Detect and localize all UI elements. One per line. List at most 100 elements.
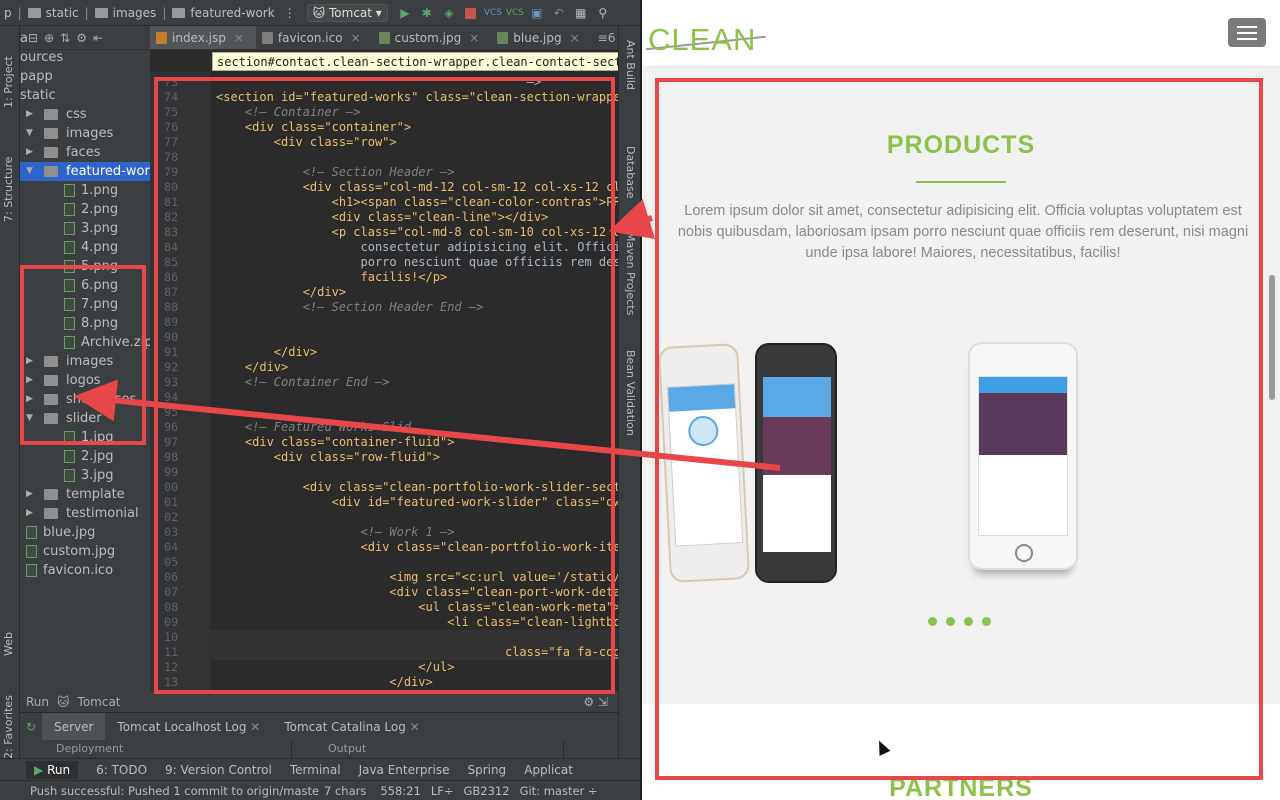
close-icon[interactable]: × <box>469 31 479 45</box>
status-message[interactable]: Push successful: Pushed 1 commit to orig… <box>30 784 320 798</box>
chevron-right-icon[interactable]: ▶ <box>26 371 33 390</box>
toolbar-icon[interactable]: ⋮ <box>281 4 299 22</box>
tree-item[interactable]: a <box>20 29 150 48</box>
tree-folder[interactable]: ▶ logos <box>20 371 150 390</box>
tool-tab-favorites[interactable]: 2: Favorites <box>2 695 15 759</box>
revert-icon[interactable]: ↶ <box>550 4 568 22</box>
slider-dot[interactable] <box>982 617 991 626</box>
tree-folder[interactable]: ▶ images <box>20 352 150 371</box>
search-icon[interactable]: ⚲ <box>594 4 612 22</box>
tool-tab-ant-build[interactable]: Ant Build <box>624 40 637 90</box>
close-icon[interactable]: × <box>570 31 580 45</box>
tree-item[interactable]: 1.jpg <box>20 428 150 447</box>
editor-tab[interactable]: index.jsp × <box>150 26 256 49</box>
tool-tab-project[interactable]: 1: Project <box>2 56 15 108</box>
tool-tab-web[interactable]: Web <box>2 632 15 656</box>
editor-tab[interactable]: favicon.ico × <box>256 26 373 49</box>
tag-breadcrumb[interactable]: section#contact.clean-section-wrapper.cl… <box>212 52 622 71</box>
status-line-separator[interactable]: LF÷ <box>431 784 454 798</box>
tool-window-application[interactable]: Applicat <box>524 763 573 777</box>
tree-item[interactable]: static <box>20 86 150 105</box>
slider-dot[interactable] <box>946 617 955 626</box>
status-position[interactable]: 558:21 <box>380 784 420 798</box>
tree-item[interactable]: 4.png <box>20 238 150 257</box>
tree-folder[interactable]: ▶ testimonial <box>20 504 150 523</box>
tool-tab-bean-validation[interactable]: Bean Validation <box>624 350 637 436</box>
tool-window-run[interactable]: ▶ Run <box>26 760 79 779</box>
coverage-icon[interactable]: ◈ <box>440 4 458 22</box>
chevron-down-icon[interactable]: ▼ <box>26 409 33 428</box>
tree-item[interactable]: ources <box>20 48 150 67</box>
status-encoding[interactable]: GB2312 <box>464 784 510 798</box>
tree-item[interactable]: 1.png <box>20 181 150 200</box>
tool-tab-structure[interactable]: 7: Structure <box>2 157 15 222</box>
stop-icon[interactable] <box>462 4 480 22</box>
tree-item[interactable]: favicon.ico <box>20 561 150 580</box>
tool-tab-database[interactable]: Database <box>624 146 637 199</box>
tool-window-spring[interactable]: Spring <box>467 763 506 777</box>
code-area[interactable]: —> <section id="featured-works" class="cl… <box>150 72 618 691</box>
editor-tab-label: favicon.ico <box>277 31 343 45</box>
image-file-icon <box>64 298 75 311</box>
tool-tab-maven-projects[interactable]: Maven Projects <box>624 232 637 315</box>
debug-icon[interactable]: ✱ <box>418 4 436 22</box>
slider-dot[interactable] <box>964 617 973 626</box>
editor-tab[interactable]: custom.jpg × <box>373 26 492 49</box>
run-tab-catalina-log[interactable]: Tomcat Catalina Log ✕ <box>272 713 431 741</box>
breadcrumb-item[interactable]: static <box>24 6 83 20</box>
tree-folder[interactable]: ▼ featured-work <box>20 162 150 181</box>
compare-icon[interactable]: ▣ <box>528 4 546 22</box>
tool-window-version-control[interactable]: 9: Version Control <box>165 763 272 777</box>
chevron-right-icon[interactable]: ▶ <box>26 390 33 409</box>
tree-item[interactable]: 7.png <box>20 295 150 314</box>
slider-dot[interactable] <box>928 617 937 626</box>
status-git-branch[interactable]: Git: master ÷ <box>520 784 598 798</box>
close-icon[interactable]: × <box>351 31 361 45</box>
hamburger-icon[interactable] <box>1228 18 1266 47</box>
run-config-select[interactable]: 🐱 Tomcat ▾ <box>306 3 388 22</box>
run-tab-localhost-log[interactable]: Tomcat Localhost Log ✕ <box>105 713 272 741</box>
tree-item[interactable]: 2.png <box>20 200 150 219</box>
tree-item[interactable]: custom.jpg <box>20 542 150 561</box>
scrollbar-thumb[interactable] <box>1269 275 1275 400</box>
tool-window-java-enterprise[interactable]: Java Enterprise <box>359 763 450 777</box>
tree-item[interactable]: 3.png <box>20 219 150 238</box>
tree-folder[interactable]: ▶ template <box>20 485 150 504</box>
chevron-right-icon[interactable]: ▶ <box>26 485 33 504</box>
vcs-update-icon[interactable]: VCS <box>484 4 502 22</box>
chevron-right-icon[interactable]: ▶ <box>26 352 33 371</box>
tree-folder[interactable]: ▶ showcases <box>20 390 150 409</box>
tree-item[interactable]: 3.jpg <box>20 466 150 485</box>
run-icon[interactable]: ▶ <box>396 4 414 22</box>
tool-window-terminal[interactable]: Terminal <box>290 763 341 777</box>
breadcrumb-item[interactable]: p <box>0 6 16 20</box>
gear-icon[interactable]: ⚙ ⇲ <box>583 695 608 709</box>
vcs-commit-icon[interactable]: VCS <box>506 4 524 22</box>
rerun-icon[interactable]: ↻ <box>20 720 42 734</box>
tree-item[interactable]: papp <box>20 67 150 86</box>
tab-overflow[interactable]: ≡6 <box>592 26 622 49</box>
tree-folder[interactable]: ▶ faces <box>20 143 150 162</box>
tree-item[interactable]: blue.jpg <box>20 523 150 542</box>
tool-window-todo[interactable]: 6: TODO <box>96 763 147 777</box>
editor-tab[interactable]: blue.jpg × <box>491 26 591 49</box>
chevron-right-icon[interactable]: ▶ <box>26 105 33 124</box>
breadcrumb-item[interactable]: featured-work <box>168 6 278 20</box>
tree-item[interactable]: 8.png <box>20 314 150 333</box>
chevron-right-icon[interactable]: ▶ <box>26 504 33 523</box>
close-icon[interactable]: × <box>234 31 244 45</box>
chevron-right-icon[interactable]: ▶ <box>26 143 33 162</box>
chevron-down-icon[interactable]: ▼ <box>26 162 33 181</box>
tree-item[interactable]: 6.png <box>20 276 150 295</box>
tree-folder[interactable]: ▼ images <box>20 124 150 143</box>
run-tab-server[interactable]: Server <box>42 712 106 741</box>
chevron-down-icon[interactable]: ▼ <box>26 124 33 143</box>
tree-item[interactable]: 5.png <box>20 257 150 276</box>
tree-item[interactable]: Archive.zip <box>20 333 150 352</box>
tree-folder[interactable]: ▶ css <box>20 105 150 124</box>
breadcrumb-item[interactable]: images <box>91 6 161 20</box>
structure-icon[interactable]: ▦ <box>572 4 590 22</box>
tree-item[interactable]: 2.jpg <box>20 447 150 466</box>
site-logo[interactable]: CLEAN <box>648 22 756 58</box>
tree-folder[interactable]: ▼ slider <box>20 409 150 428</box>
